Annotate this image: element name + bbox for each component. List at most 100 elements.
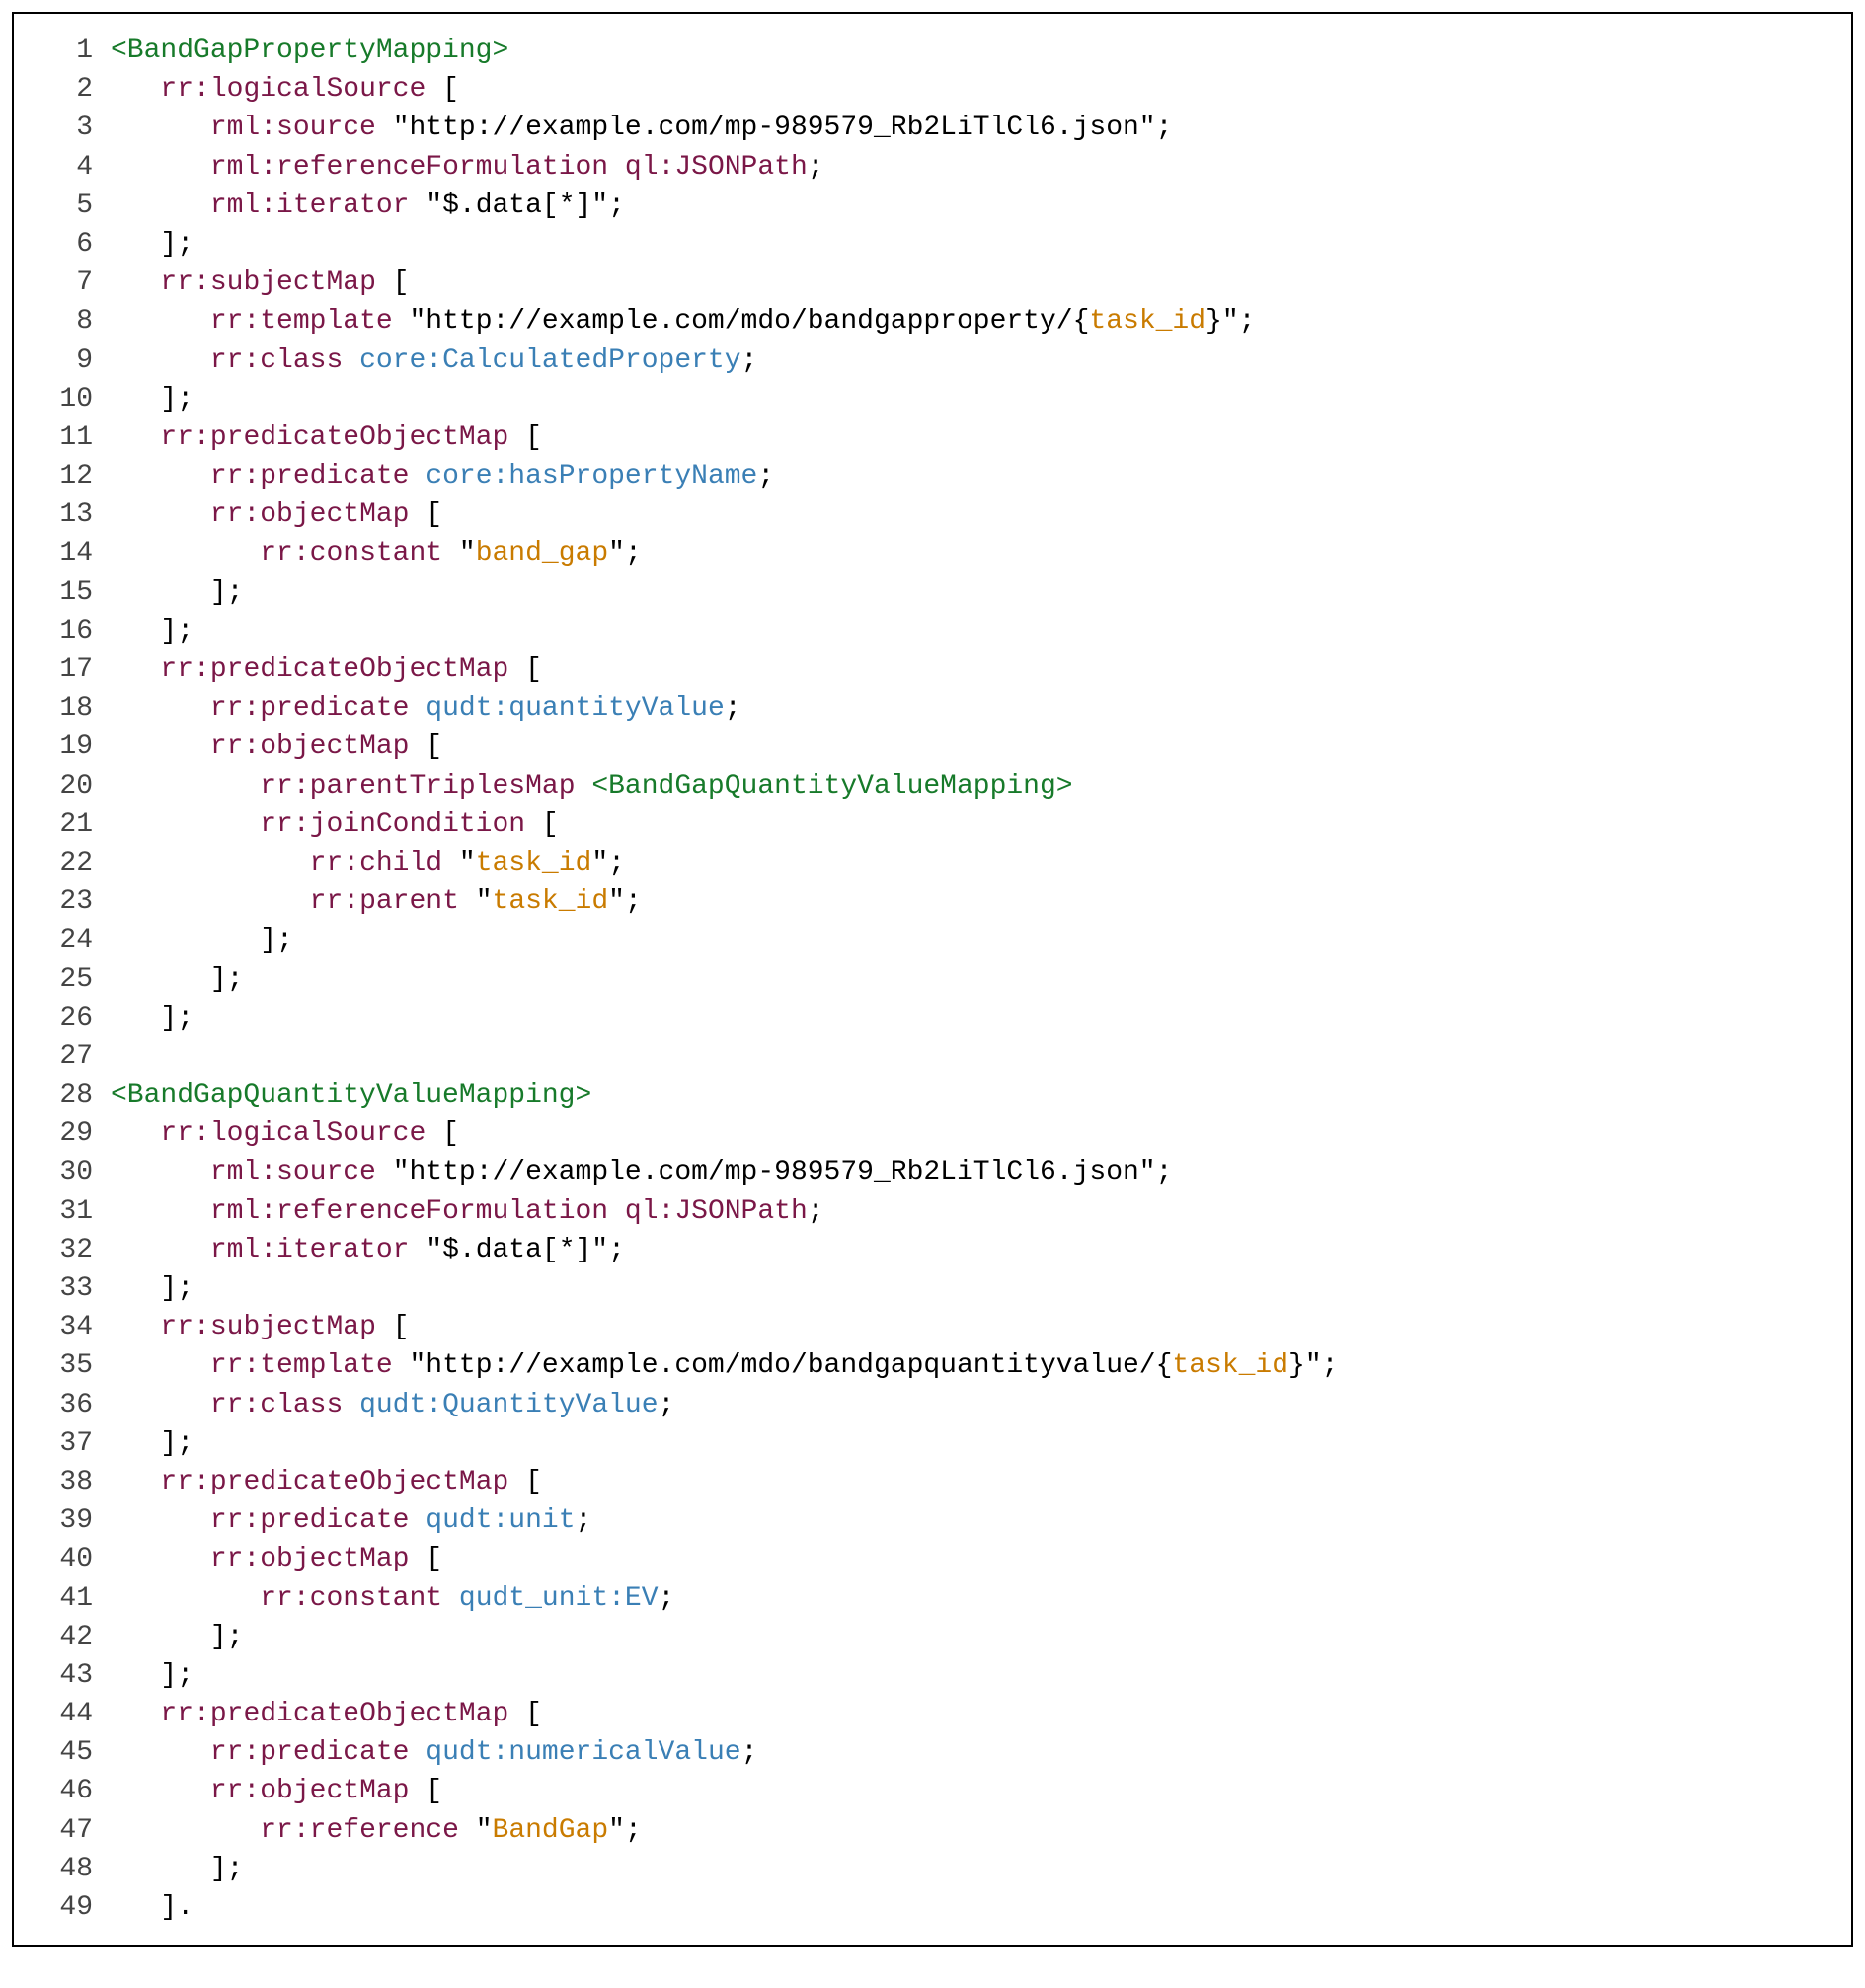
token-term: referenceFormulation bbox=[276, 1196, 608, 1227]
token-punct bbox=[393, 306, 410, 337]
code-content: rr:predicate qudt:quantityValue; bbox=[111, 689, 741, 727]
code-line: 40 rr:objectMap [ bbox=[24, 1540, 1841, 1578]
code-content: rr:objectMap [ bbox=[111, 496, 442, 534]
line-number: 12 bbox=[24, 457, 111, 496]
token-prefix: rml: bbox=[210, 1157, 276, 1187]
line-number: 34 bbox=[24, 1308, 111, 1346]
line-number: 1 bbox=[24, 32, 111, 70]
token-prefix: rr: bbox=[210, 306, 260, 337]
code-content: rr:predicateObjectMap [ bbox=[111, 650, 542, 689]
token-str: " bbox=[591, 848, 608, 879]
code-line: 30 rml:source "http://example.com/mp-989… bbox=[24, 1153, 1841, 1191]
code-content: rr:joinCondition [ bbox=[111, 805, 559, 844]
token-term: predicateObjectMap bbox=[210, 422, 508, 453]
code-line: 38 rr:predicateObjectMap [ bbox=[24, 1463, 1841, 1501]
token-term: subjectMap bbox=[210, 1312, 376, 1342]
code-content: rr:predicate qudt:numericalValue; bbox=[111, 1733, 757, 1772]
token-punct: ; bbox=[1239, 306, 1256, 337]
line-number: 3 bbox=[24, 109, 111, 147]
token-term: subjectMap bbox=[210, 268, 376, 298]
token-prefix: rml: bbox=[210, 1235, 276, 1265]
code-content: rr:subjectMap [ bbox=[111, 264, 409, 302]
token-tmplvar: band_gap bbox=[476, 538, 608, 569]
code-line: 34 rr:subjectMap [ bbox=[24, 1308, 1841, 1346]
token-term: predicateObjectMap bbox=[210, 1467, 508, 1497]
line-number: 46 bbox=[24, 1772, 111, 1810]
token-term: predicate bbox=[260, 461, 409, 492]
code-line: 17 rr:predicateObjectMap [ bbox=[24, 650, 1841, 689]
code-content: rml:referenceFormulation ql:JSONPath; bbox=[111, 148, 824, 187]
token-punct: ]; bbox=[210, 1622, 244, 1652]
line-number: 47 bbox=[24, 1811, 111, 1850]
token-prefix: rr: bbox=[210, 1776, 260, 1806]
token-str: "http://example.com/mdo/bandgapproperty/… bbox=[409, 306, 1089, 337]
token-punct: ; bbox=[1156, 1157, 1173, 1187]
code-line: 9 rr:class core:CalculatedProperty; bbox=[24, 342, 1841, 380]
token-prefix: rr: bbox=[260, 1583, 309, 1614]
line-number: 25 bbox=[24, 960, 111, 999]
code-content: rr:predicateObjectMap [ bbox=[111, 419, 542, 457]
line-number: 42 bbox=[24, 1618, 111, 1656]
token-punct: ]; bbox=[160, 1660, 194, 1691]
line-number: 7 bbox=[24, 264, 111, 302]
token-punct bbox=[442, 538, 459, 569]
code-line: 47 rr:reference "BandGap"; bbox=[24, 1811, 1841, 1850]
line-number: 36 bbox=[24, 1386, 111, 1424]
token-prefix: rr: bbox=[160, 1699, 209, 1729]
token-punct bbox=[409, 191, 426, 221]
token-prefix: rr: bbox=[160, 1467, 209, 1497]
token-term: template bbox=[260, 1350, 392, 1381]
code-line: 37 ]; bbox=[24, 1424, 1841, 1463]
token-punct bbox=[376, 1157, 393, 1187]
token-term: logicalSource bbox=[210, 1118, 426, 1149]
code-line: 33 ]; bbox=[24, 1269, 1841, 1308]
token-punct: ]; bbox=[160, 616, 194, 647]
code-content: rr:constant qudt_unit:EV; bbox=[111, 1579, 674, 1618]
line-number: 13 bbox=[24, 496, 111, 534]
code-line: 13 rr:objectMap [ bbox=[24, 496, 1841, 534]
code-content: rr:parent "task_id"; bbox=[111, 882, 642, 921]
token-punct: ]; bbox=[160, 229, 194, 260]
token-str: "http://example.com/mp-989579_Rb2LiTlCl6… bbox=[393, 113, 1156, 143]
token-term: objectMap bbox=[260, 1776, 409, 1806]
token-str: "http://example.com/mp-989579_Rb2LiTlCl6… bbox=[393, 1157, 1156, 1187]
line-number: 8 bbox=[24, 302, 111, 341]
token-str: "$.data[*]" bbox=[426, 1235, 608, 1265]
token-punct: [ bbox=[525, 809, 559, 840]
code-content: rr:predicateObjectMap [ bbox=[111, 1463, 542, 1501]
code-line: 35 rr:template "http://example.com/mdo/b… bbox=[24, 1346, 1841, 1385]
token-prefix: rr: bbox=[260, 771, 309, 802]
token-punct: ; bbox=[725, 693, 741, 724]
line-number: 23 bbox=[24, 882, 111, 921]
token-punct: ; bbox=[608, 191, 625, 221]
code-line: 2 rr:logicalSource [ bbox=[24, 70, 1841, 109]
token-term: objectMap bbox=[260, 1544, 409, 1574]
code-content: ]. bbox=[111, 1888, 194, 1927]
code-content: rr:logicalSource [ bbox=[111, 70, 459, 109]
line-number: 45 bbox=[24, 1733, 111, 1772]
line-number: 37 bbox=[24, 1424, 111, 1463]
code-content: rr:template "http://example.com/mdo/band… bbox=[111, 1346, 1338, 1385]
code-content: rr:objectMap [ bbox=[111, 727, 442, 766]
token-prefix: rml: bbox=[210, 1196, 276, 1227]
token-prefix: rr: bbox=[210, 1737, 260, 1768]
code-line: 3 rml:source "http://example.com/mp-9895… bbox=[24, 109, 1841, 147]
code-content: rml:iterator "$.data[*]"; bbox=[111, 1231, 625, 1269]
token-punct bbox=[409, 461, 426, 492]
token-punct: ; bbox=[741, 345, 758, 376]
code-line: 21 rr:joinCondition [ bbox=[24, 805, 1841, 844]
code-content: rr:predicate qudt:unit; bbox=[111, 1501, 591, 1540]
line-number: 19 bbox=[24, 727, 111, 766]
token-term: predicate bbox=[260, 1737, 409, 1768]
token-punct: ; bbox=[659, 1583, 675, 1614]
token-prefix: rr: bbox=[160, 422, 209, 453]
token-punct: ; bbox=[625, 886, 642, 917]
line-number: 15 bbox=[24, 573, 111, 612]
line-number: 18 bbox=[24, 689, 111, 727]
token-punct bbox=[459, 1815, 476, 1846]
token-term: JSONPath bbox=[674, 1196, 807, 1227]
token-term: source bbox=[276, 1157, 376, 1187]
code-line: 8 rr:template "http://example.com/mdo/ba… bbox=[24, 302, 1841, 341]
token-punct: [ bbox=[409, 1776, 442, 1806]
token-prefix: rml: bbox=[210, 191, 276, 221]
